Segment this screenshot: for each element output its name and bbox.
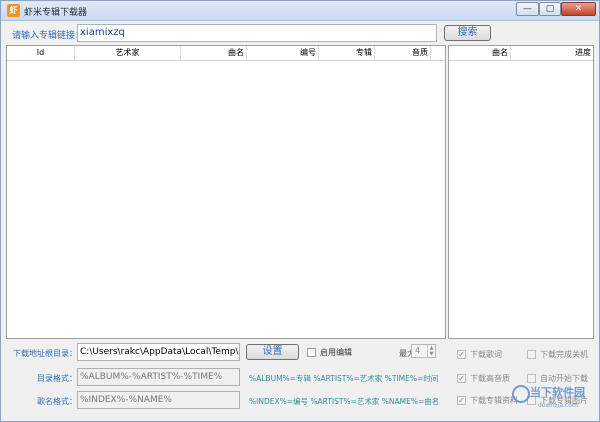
minimize-button[interactable]: —: [516, 2, 539, 16]
shutdown-after-label: 下载完成关机: [540, 350, 588, 359]
dir-format-hint: %ALBUM%=专辑 %ARTIST%=艺术家 %TIME%=时间: [249, 374, 439, 383]
column-header-artist[interactable]: 艺术家: [75, 46, 181, 61]
app-window: 虾 虾米专辑下载器 — ▢ ✕ 请输入专辑链接： xiamixzq 搜索 Id …: [0, 0, 600, 422]
shutdown-after-box[interactable]: [527, 350, 536, 359]
auto-start-label: 自动开始下载: [540, 374, 588, 383]
watermark-title: 当下软件园: [530, 386, 585, 399]
settings-button[interactable]: 设置: [246, 344, 299, 360]
auto-start-box[interactable]: [527, 374, 536, 383]
enable-edit-label: 启用编辑: [320, 348, 352, 357]
auto-start-checkbox[interactable]: 自动开始下载: [527, 373, 588, 384]
max-threads-value: 4: [415, 346, 421, 355]
shrimp-app-icon: 虾: [7, 4, 20, 17]
enable-edit-box[interactable]: [307, 348, 316, 357]
album-info-box[interactable]: ✓: [457, 396, 466, 405]
track-table-header: Id 艺术家 曲名 编号 专辑 音质: [7, 46, 445, 61]
maximize-button[interactable]: ▢: [539, 2, 561, 16]
dir-format-input[interactable]: %ALBUM%-%ARTIST%-%TIME%: [77, 368, 240, 386]
download-root-label: 下载地址根目录：: [13, 349, 77, 358]
download-lyrics-box[interactable]: ✓: [457, 350, 466, 359]
progress-table[interactable]: 曲名 进度: [448, 45, 594, 339]
track-table[interactable]: Id 艺术家 曲名 编号 专辑 音质: [6, 45, 446, 339]
enable-edit-checkbox[interactable]: 启用编辑: [307, 347, 352, 358]
progress-table-header: 曲名 进度: [449, 46, 593, 61]
download-lyrics-label: 下载歌词: [470, 350, 502, 359]
column-header-quality[interactable]: 音质: [375, 46, 431, 61]
shutdown-after-checkbox[interactable]: 下载完成关机: [527, 349, 588, 360]
high-quality-box[interactable]: ✓: [457, 374, 466, 383]
column-header-progress[interactable]: 进度: [511, 46, 593, 61]
high-quality-label: 下载高音质: [470, 374, 510, 383]
song-format-hint: %INDEX%=编号 %ARTIST%=艺术家 %NAME%=曲名: [249, 397, 440, 406]
high-quality-checkbox[interactable]: ✓ 下载高音质: [457, 373, 510, 384]
column-header-album[interactable]: 专辑: [319, 46, 375, 61]
song-format-input[interactable]: %INDEX%-%NAME%: [77, 391, 240, 409]
album-url-label: 请输入专辑链接：: [12, 31, 85, 41]
watermark-subtitle: downxia.com: [538, 402, 578, 409]
title-bar: 虾 虾米专辑下载器 — ▢ ✕: [1, 1, 599, 21]
column-header-id[interactable]: Id: [7, 46, 75, 61]
album-url-input[interactable]: xiamixzq: [77, 24, 437, 42]
download-root-input[interactable]: C:\Users\rakc\AppData\Local\Temp\: [77, 343, 240, 361]
watermark-logo-icon: [512, 385, 530, 403]
search-button[interactable]: 搜索: [444, 25, 491, 41]
download-lyrics-checkbox[interactable]: ✓ 下载歌词: [457, 349, 502, 360]
site-watermark: 当下软件园 downxia.com: [508, 384, 596, 420]
column-header-song[interactable]: 曲名: [449, 46, 511, 61]
column-header-index[interactable]: 编号: [247, 46, 319, 61]
song-format-label: 歌名格式：: [37, 397, 77, 406]
close-button[interactable]: ✕: [561, 2, 596, 16]
max-threads-spinner[interactable]: 4 ▲ ▼: [411, 344, 436, 358]
window-title: 虾米专辑下载器: [24, 8, 88, 18]
spinner-arrows-icon[interactable]: ▲ ▼: [427, 345, 435, 357]
column-header-title[interactable]: 曲名: [181, 46, 247, 61]
dir-format-label: 目录格式：: [37, 374, 77, 383]
